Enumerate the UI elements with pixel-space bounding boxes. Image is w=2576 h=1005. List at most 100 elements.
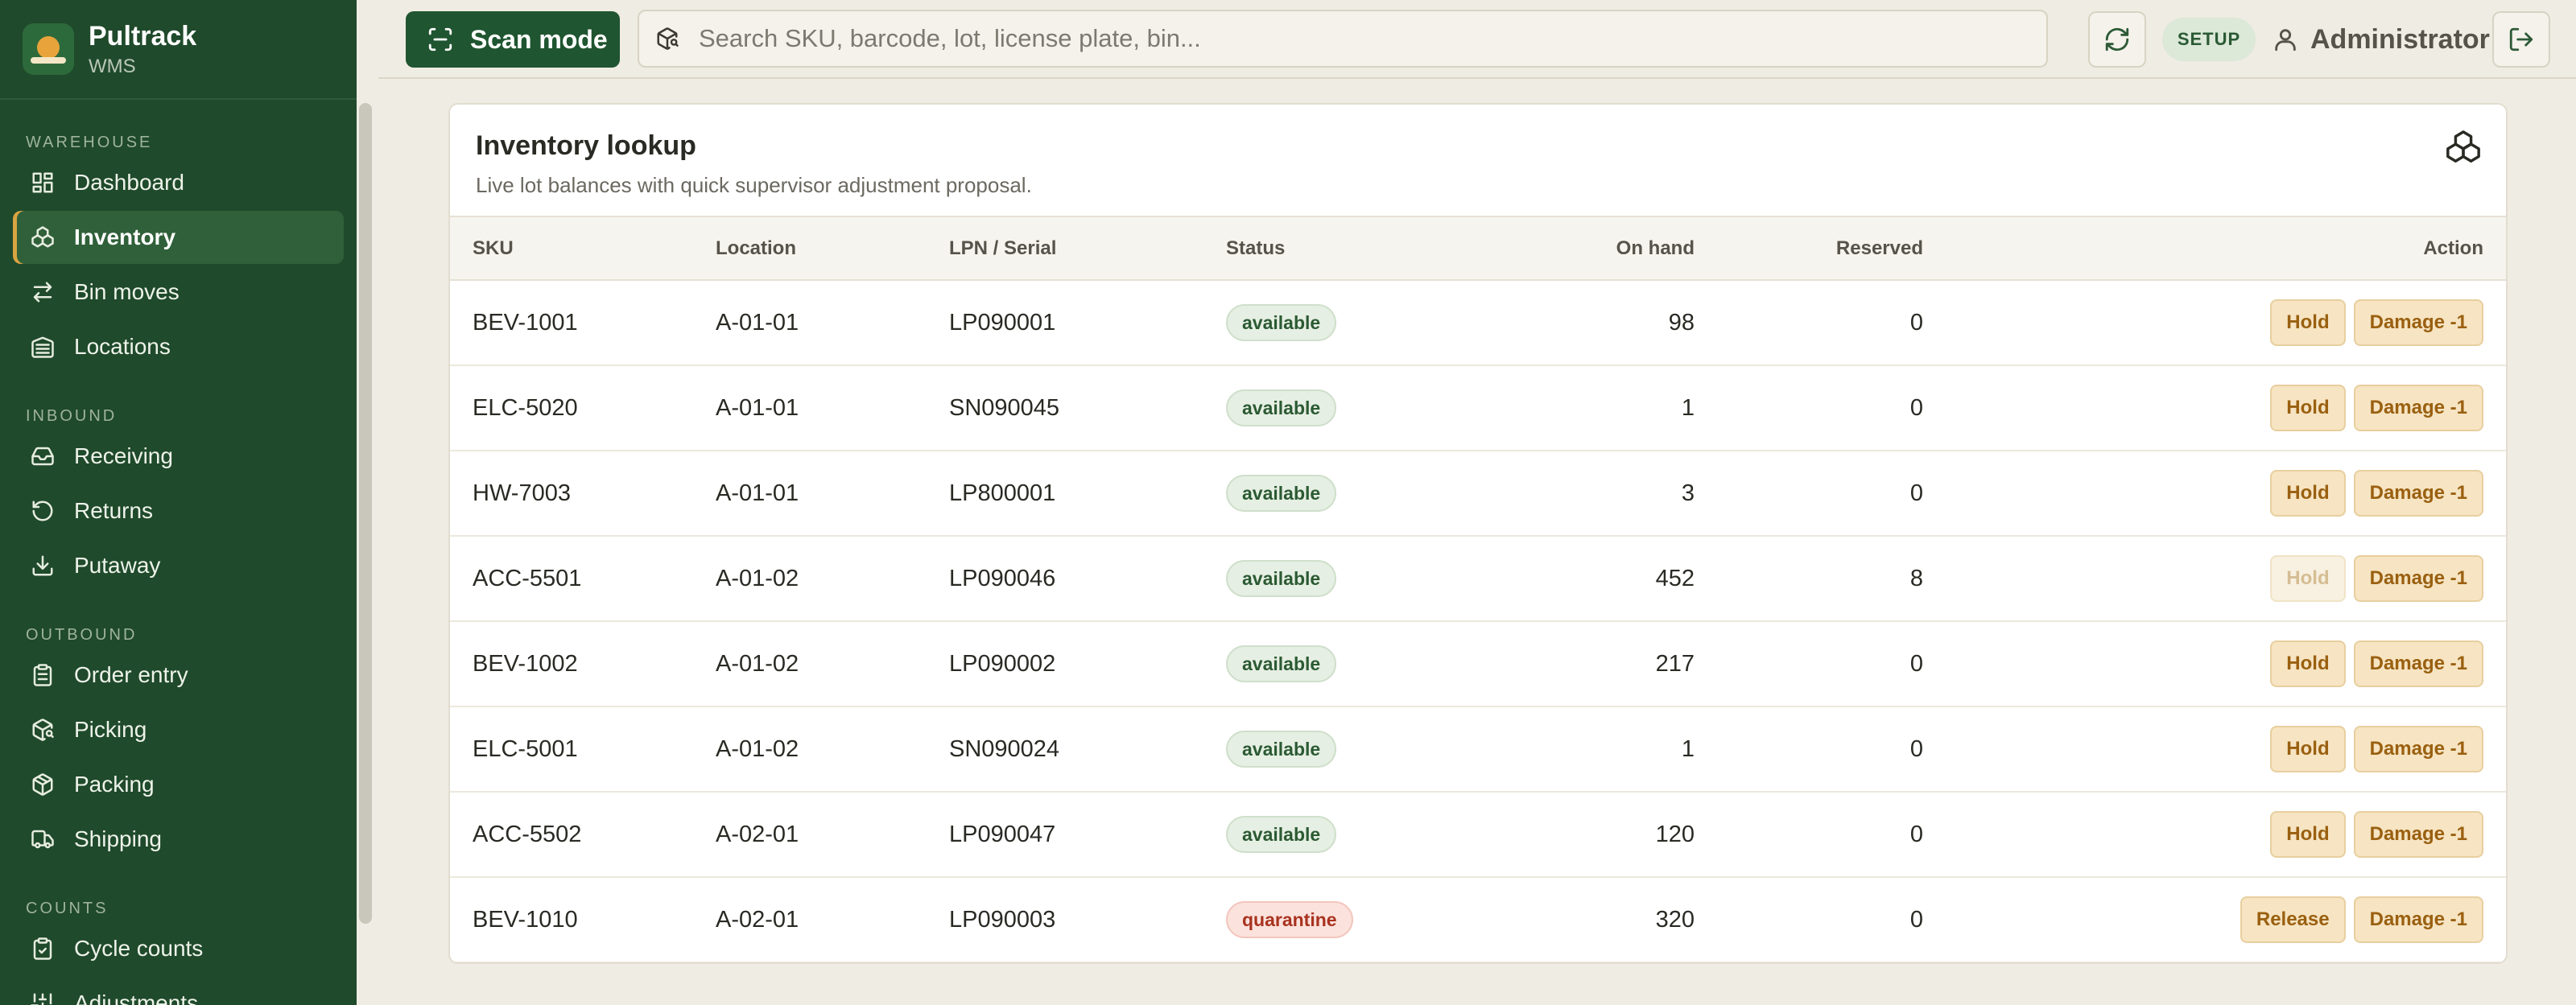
search-input[interactable]	[699, 24, 2027, 53]
sidebar-item-locations[interactable]: Locations	[13, 320, 344, 373]
setup-badge[interactable]: SETUP	[2162, 18, 2256, 61]
brand-name: Pultrack	[89, 20, 197, 51]
col-action: Action	[1923, 217, 2506, 281]
cell-location: A-01-01	[716, 280, 949, 366]
scan-icon	[428, 27, 452, 51]
damage-button[interactable]: Damage -1	[2353, 555, 2483, 602]
damage-button[interactable]: Damage -1	[2353, 385, 2483, 431]
sidebar-item-shipping[interactable]: Shipping	[13, 813, 344, 866]
user-name: Administrator	[2310, 23, 2490, 55]
damage-button[interactable]: Damage -1	[2353, 299, 2483, 346]
cell-location: A-01-02	[716, 706, 949, 793]
col-lpn[interactable]: LPN / Serial	[949, 217, 1226, 281]
hold-button[interactable]: Hold	[2270, 640, 2346, 687]
col-sku[interactable]: SKU	[450, 217, 716, 281]
topbar: Scan mode SETUP Administrator	[378, 0, 2576, 79]
cell-on-hand: 320	[1468, 877, 1695, 962]
refresh-button[interactable]	[2088, 11, 2146, 68]
cell-status: available	[1226, 451, 1468, 537]
col-on-hand[interactable]: On hand	[1468, 217, 1695, 281]
damage-button[interactable]: Damage -1	[2353, 726, 2483, 772]
table-header-row: SKU Location LPN / Serial Status On hand…	[450, 217, 2506, 281]
cell-action: Hold Damage -1	[1923, 365, 2506, 451]
cell-sku: BEV-1010	[450, 877, 716, 962]
sidebar-item-receiving[interactable]: Receiving	[13, 430, 344, 483]
cell-on-hand: 98	[1468, 280, 1695, 366]
table-row: ACC-5501 A-01-02 LP090046 available 452 8 Hold…	[450, 536, 2506, 622]
warehouse-icon	[31, 335, 55, 359]
damage-button[interactable]: Damage -1	[2353, 896, 2483, 943]
cell-location: A-02-01	[716, 792, 949, 878]
package-icon	[31, 772, 55, 797]
cell-status: available	[1226, 536, 1468, 622]
boxes-icon	[2446, 130, 2480, 163]
logout-button[interactable]	[2492, 11, 2550, 68]
sidebar-item-label: Locations	[74, 334, 171, 359]
user-menu[interactable]: Administrator	[2272, 11, 2490, 68]
cell-status: available	[1226, 792, 1468, 878]
sidebar-item-order-entry[interactable]: Order entry	[13, 649, 344, 702]
scan-mode-button[interactable]: Scan mode	[406, 11, 620, 68]
col-location[interactable]: Location	[716, 217, 949, 281]
sidebar-scrollbar[interactable]	[359, 103, 372, 924]
sidebar-item-label: Putaway	[74, 553, 161, 578]
cell-action: Release Damage -1	[1923, 877, 2506, 962]
col-reserved[interactable]: Reserved	[1695, 217, 1923, 281]
table-row: BEV-1001 A-01-01 LP090001 available 98 0 Hold D…	[450, 280, 2506, 366]
sidebar-item-returns[interactable]: Returns	[13, 484, 344, 538]
col-status[interactable]: Status	[1226, 217, 1468, 281]
cell-on-hand: 452	[1468, 536, 1695, 622]
card-subtitle: Live lot balances with quick supervisor …	[476, 173, 1032, 197]
sidebar-item-inventory[interactable]: Inventory	[13, 211, 344, 264]
damage-button[interactable]: Damage -1	[2353, 811, 2483, 858]
rotate-ccw-icon	[31, 499, 55, 523]
sidebar-item-cycle-counts[interactable]: Cycle counts	[13, 922, 344, 975]
sidebar-item-picking[interactable]: Picking	[13, 703, 344, 756]
sidebar-item-label: Packing	[74, 772, 155, 797]
sidebar-item-packing[interactable]: Packing	[13, 758, 344, 811]
cell-status: available	[1226, 706, 1468, 793]
sidebar-section-warehouse: WAREHOUSE	[26, 134, 153, 151]
cell-on-hand: 1	[1468, 365, 1695, 451]
damage-button[interactable]: Damage -1	[2353, 470, 2483, 517]
cell-action: Hold Damage -1	[1923, 451, 2506, 537]
sidebar-nav: WAREHOUSE Dashboard Inventory Bin moves Loca…	[0, 100, 357, 1005]
brand[interactable]: Pultrack WMS	[0, 0, 357, 100]
cell-location: A-02-01	[716, 877, 949, 962]
sidebar-item-putaway[interactable]: Putaway	[13, 539, 344, 592]
sidebar-item-bin-moves[interactable]: Bin moves	[13, 266, 344, 319]
boxes-icon	[31, 225, 55, 249]
sidebar-item-label: Returns	[74, 498, 154, 523]
cell-location: A-01-02	[716, 536, 949, 622]
cell-reserved: 0	[1695, 365, 1923, 451]
cell-on-hand: 217	[1468, 621, 1695, 707]
inbox-icon	[31, 444, 55, 468]
hold-button[interactable]: Hold	[2270, 811, 2346, 858]
hold-button[interactable]: Hold	[2270, 470, 2346, 517]
cell-action: Hold Damage -1	[1923, 280, 2506, 366]
sidebar-item-label: Inventory	[74, 224, 176, 249]
status-badge: available	[1226, 475, 1337, 512]
table-row: ACC-5502 A-02-01 LP090047 available 120 0 Hold…	[450, 792, 2506, 878]
cell-lpn: LP090046	[949, 536, 1226, 622]
hold-button: Hold	[2270, 555, 2346, 602]
status-badge: available	[1226, 645, 1337, 682]
cell-action: Hold Damage -1	[1923, 792, 2506, 878]
search-bar[interactable]	[638, 10, 2048, 68]
hold-button[interactable]: Hold	[2270, 385, 2346, 431]
sidebar-item-dashboard[interactable]: Dashboard	[13, 156, 344, 209]
hold-button[interactable]: Hold	[2270, 726, 2346, 772]
cell-lpn: SN090024	[949, 706, 1226, 793]
arrows-swap-icon	[31, 280, 55, 304]
release-button[interactable]: Release	[2240, 896, 2346, 943]
damage-button[interactable]: Damage -1	[2353, 640, 2483, 687]
cell-sku: ACC-5501	[450, 536, 716, 622]
sidebar-item-adjustments[interactable]: Adjustments	[13, 977, 344, 1005]
cell-on-hand: 1	[1468, 706, 1695, 793]
sidebar-section-outbound: OUTBOUND	[26, 626, 138, 644]
cell-location: A-01-01	[716, 451, 949, 537]
hold-button[interactable]: Hold	[2270, 299, 2346, 346]
cell-sku: ELC-5020	[450, 365, 716, 451]
cell-reserved: 8	[1695, 536, 1923, 622]
status-badge: available	[1226, 304, 1337, 341]
